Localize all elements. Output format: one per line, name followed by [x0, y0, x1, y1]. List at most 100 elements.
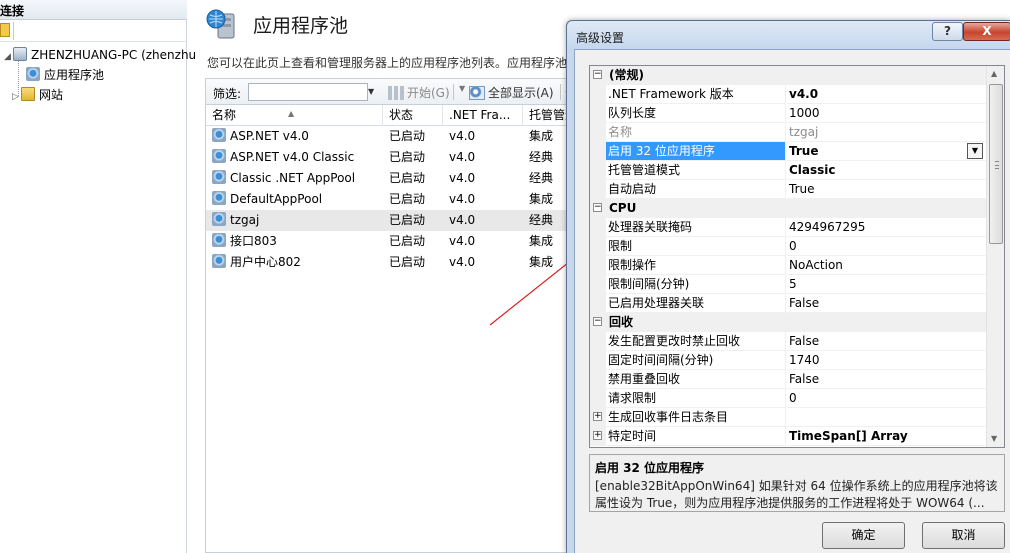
app-pool-rows: ASP.NET v4.0 已启动 v4.0 集成 ASP.NET v4.0 Classi… [206, 126, 574, 273]
property-row[interactable]: 托管管道模式 Classic [590, 161, 986, 180]
property-grid-scrollbar[interactable]: ▲ ▼ [986, 66, 1004, 447]
property-value-text: tzgaj [789, 125, 819, 139]
property-value[interactable]: tzgaj [787, 123, 986, 142]
advanced-settings-dialog: 高级设置 ? X − (常规) .NET Framework 版本 v4.0 队列长度 1… [566, 20, 1010, 553]
category-recycle[interactable]: − 回收 [590, 313, 986, 332]
app-pool-icon [212, 170, 226, 184]
row-gutter [590, 294, 606, 313]
table-row[interactable]: 接口803 已启动 v4.0 集成 [206, 231, 574, 252]
row-gutter [590, 123, 606, 142]
cell-net-framework: v4.0 [449, 192, 476, 206]
close-button[interactable]: X [963, 22, 1010, 41]
property-value[interactable]: 4294967295 [787, 218, 986, 237]
row-gutter [590, 389, 606, 408]
property-grid: − (常规) .NET Framework 版本 v4.0 队列长度 1000 名称 tzga… [589, 65, 1005, 448]
property-row[interactable]: 限制间隔(分钟) 5 [590, 275, 986, 294]
column-name[interactable]: 名称 ▲ [206, 105, 383, 126]
expand-icon[interactable]: + [593, 431, 602, 440]
property-row[interactable]: 请求限制 0 [590, 389, 986, 408]
property-row[interactable]: 禁用重叠回收 False [590, 370, 986, 389]
property-value[interactable]: 0 [787, 389, 986, 408]
collapse-icon[interactable]: − [593, 317, 602, 326]
property-row[interactable]: .NET Framework 版本 v4.0 [590, 85, 986, 104]
chevron-down-icon[interactable]: ▼ [368, 83, 376, 101]
property-value[interactable]: True [787, 180, 986, 199]
category-general[interactable]: − (常规) [590, 66, 986, 85]
column-status[interactable]: 状态 [383, 105, 443, 126]
row-gutter [590, 332, 606, 351]
tree-item-app-pools[interactable]: 应用程序池 [26, 65, 104, 85]
table-row[interactable]: 用户中心802 已启动 v4.0 集成 [206, 252, 574, 273]
property-value[interactable]: False [787, 332, 986, 351]
property-value[interactable]: False [787, 370, 986, 389]
property-row[interactable]: + 特定时间 TimeSpan[] Array [590, 427, 986, 446]
scroll-down-icon[interactable]: ▼ [991, 434, 997, 443]
row-gutter [590, 351, 606, 370]
column-net-framework[interactable]: .NET Fra... [443, 105, 523, 126]
table-row[interactable]: DefaultAppPool 已启动 v4.0 集成 [206, 189, 574, 210]
start-filter-button[interactable]: 开始(G) [388, 84, 450, 101]
property-value[interactable]: 0 [787, 237, 986, 256]
help-button[interactable]: ? [932, 22, 963, 41]
cell-net-framework: v4.0 [449, 213, 476, 227]
property-row[interactable]: 启用 32 位应用程序 True ▼ [590, 142, 986, 161]
property-name: 限制操作 [606, 256, 786, 275]
property-row[interactable]: 发生配置更改时禁止回收 False [590, 332, 986, 351]
property-row[interactable]: 名称 tzgaj [590, 123, 986, 142]
property-value[interactable]: NoAction [787, 256, 986, 275]
chevron-down-icon[interactable]: ▼ [967, 143, 983, 159]
property-value-text: False [789, 334, 820, 348]
property-value[interactable]: 1740 [787, 351, 986, 370]
property-row[interactable]: 自动启动 True [590, 180, 986, 199]
table-row[interactable]: tzgaj 已启动 v4.0 经典 [206, 210, 574, 231]
folder-icon[interactable] [0, 23, 10, 37]
property-value[interactable]: 5 [787, 275, 986, 294]
property-name: 请求限制 [606, 389, 786, 408]
filter-input[interactable] [248, 83, 368, 101]
cell-name: DefaultAppPool [206, 189, 383, 210]
tree-item-server[interactable]: ◢ ZHENZHUANG-PC (zhenzhu [4, 45, 196, 65]
row-gutter [590, 237, 606, 256]
property-row[interactable]: 处理器关联掩码 4294967295 [590, 218, 986, 237]
sites-folder-icon [21, 87, 35, 101]
table-row[interactable]: Classic .NET AppPool 已启动 v4.0 经典 [206, 168, 574, 189]
connections-toolbar [0, 20, 187, 42]
app-pool-icon [212, 254, 226, 268]
property-row[interactable]: 队列长度 1000 [590, 104, 986, 123]
cell-name-text: ASP.NET v4.0 [230, 129, 309, 143]
property-row[interactable]: + 生成回收事件日志条目 [590, 408, 986, 427]
property-row[interactable]: 已启用处理器关联 False [590, 294, 986, 313]
cancel-button[interactable]: 取消 [922, 522, 1005, 549]
row-gutter [590, 104, 606, 123]
property-value[interactable]: True ▼ [787, 142, 986, 161]
property-name: 自动启动 [606, 180, 786, 199]
expand-icon[interactable]: ▷ [12, 87, 21, 107]
scroll-up-icon[interactable]: ▲ [991, 69, 997, 78]
tree-item-sites[interactable]: ▷ 网站 [12, 85, 63, 105]
category-cpu[interactable]: − CPU [590, 199, 986, 218]
property-value[interactable]: TimeSpan[] Array [787, 427, 986, 446]
tree-item-sites-label: 网站 [39, 88, 64, 102]
cell-name-text: 接口803 [230, 234, 277, 248]
expand-icon[interactable]: + [593, 412, 602, 421]
cell-net-framework: v4.0 [449, 234, 476, 248]
chevron-down-icon[interactable]: ▼ [459, 84, 465, 93]
collapse-icon[interactable]: − [593, 203, 602, 212]
table-row[interactable]: ASP.NET v4.0 已启动 v4.0 集成 [206, 126, 574, 147]
show-all-button[interactable]: 全部显示(A) [469, 84, 554, 101]
property-value[interactable]: False [787, 294, 986, 313]
ok-button[interactable]: 确定 [822, 522, 905, 549]
property-value[interactable]: Classic [787, 161, 986, 180]
scrollbar-thumb[interactable] [989, 84, 1003, 244]
property-value[interactable]: 1000 [787, 104, 986, 123]
property-row[interactable]: 限制 0 [590, 237, 986, 256]
property-row[interactable]: 限制操作 NoAction [590, 256, 986, 275]
collapse-icon[interactable]: − [593, 70, 602, 79]
dialog-titlebar[interactable]: 高级设置 ? X [567, 21, 1010, 49]
property-value[interactable] [787, 408, 986, 427]
table-row[interactable]: ASP.NET v4.0 Classic 已启动 v4.0 经典 [206, 147, 574, 168]
property-row[interactable]: 固定时间间隔(分钟) 1740 [590, 351, 986, 370]
collapse-icon[interactable]: ◢ [4, 47, 13, 67]
property-value[interactable]: v4.0 [787, 85, 986, 104]
column-name-label: 名称 [212, 108, 237, 122]
